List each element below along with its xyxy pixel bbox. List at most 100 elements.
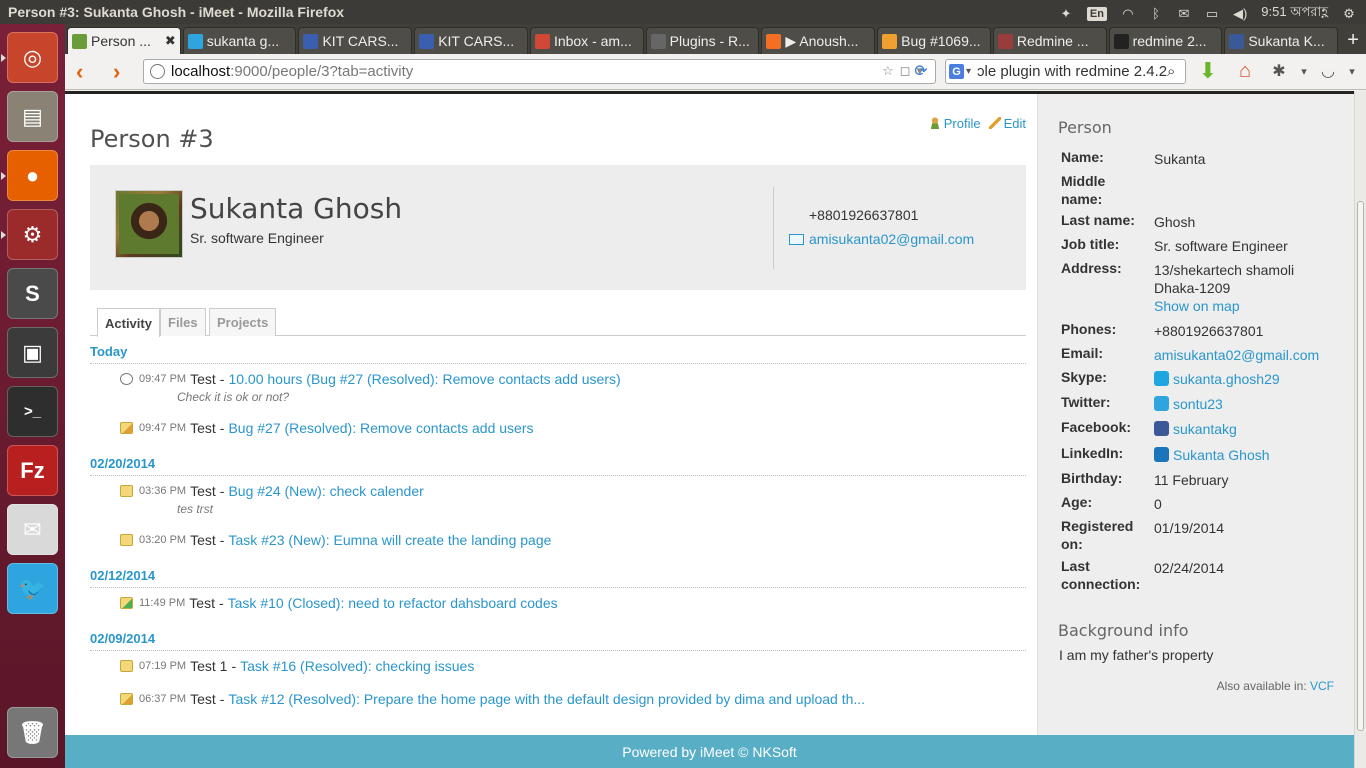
- browser-tab[interactable]: Bug #1069...: [877, 27, 991, 54]
- new-tab-button[interactable]: +: [1340, 27, 1366, 54]
- back-button[interactable]: ‹: [76, 59, 83, 85]
- tab-projects[interactable]: Projects: [209, 308, 277, 336]
- detail-value-link[interactable]: amisukanta02@gmail.com: [1154, 347, 1319, 363]
- launcher-firefox[interactable]: ●: [7, 150, 58, 201]
- browser-tab[interactable]: Person ... ✖: [67, 27, 181, 54]
- running-indicator: [1, 54, 6, 62]
- home-icon[interactable]: ⌂: [1234, 60, 1256, 82]
- browser-tab[interactable]: KIT CARS...: [414, 27, 528, 54]
- search-input[interactable]: ɔle plugin with redmine 2.4.2: [977, 63, 1167, 80]
- url-bar[interactable]: localhost:9000/people/3?tab=activity ☆◻▾: [143, 59, 936, 84]
- detail-value: amisukanta02@gmail.com: [1154, 346, 1339, 364]
- keyboard-layout-indicator[interactable]: En: [1086, 6, 1107, 21]
- running-indicator: [1, 231, 6, 239]
- launcher-files[interactable]: ▤: [7, 91, 58, 142]
- detail-value-link[interactable]: sontu23: [1173, 396, 1223, 412]
- bluetooth-icon[interactable]: ᛒ: [1149, 6, 1163, 21]
- browser-tab[interactable]: Inbox - am...: [529, 27, 644, 54]
- activity-link[interactable]: Bug #27 (Resolved): Remove contacts add …: [228, 420, 533, 436]
- profile-link-label: Profile: [943, 116, 981, 131]
- activity-link[interactable]: 10.00 hours (Bug #27 (Resolved): Remove …: [228, 371, 620, 387]
- forward-button[interactable]: ›: [113, 59, 120, 85]
- download-arrow-icon[interactable]: ⬇: [1197, 58, 1219, 83]
- navigation-toolbar: ‹ › localhost:9000/people/3?tab=activity…: [65, 54, 1366, 90]
- tab-activity[interactable]: Activity: [97, 308, 160, 337]
- redmine-icon: [650, 33, 666, 49]
- activity-separator: -: [219, 532, 225, 548]
- google-engine-icon[interactable]: G: [949, 64, 964, 79]
- launcher-filezilla[interactable]: Fz: [7, 445, 58, 496]
- launcher-mail[interactable]: ✉: [7, 504, 58, 555]
- detail-label: Middle name:: [1061, 173, 1106, 207]
- browser-tab[interactable]: Plugins - R...: [645, 27, 760, 54]
- launcher-twitter[interactable]: 🐦: [7, 563, 58, 614]
- activity-link[interactable]: Bug #24 (New): check calender: [228, 483, 423, 499]
- activity-link[interactable]: Task #23 (New): Eumna will create the la…: [228, 532, 551, 548]
- launcher-ubuntu-home[interactable]: ◎: [7, 32, 58, 83]
- dropbox-icon[interactable]: ✦: [1059, 6, 1073, 22]
- browser-tab[interactable]: redmine 2...: [1108, 27, 1223, 54]
- avatar: [115, 190, 183, 258]
- page-scrollbar[interactable]: [1354, 91, 1366, 768]
- search-bar[interactable]: G ▾ ɔle plugin with redmine 2.4.2 ⌕: [945, 59, 1186, 84]
- launcher-sublime-text[interactable]: S: [7, 268, 58, 319]
- reload-icon[interactable]: ⟳: [910, 59, 932, 83]
- vcf-link[interactable]: VCF: [1310, 679, 1334, 693]
- browser-tab-label: redmine 2...: [1132, 33, 1207, 49]
- browser-tab-label: KIT CARS...: [322, 33, 399, 49]
- unity-launcher: ◎ ▤ ● ⚙ S ▣ >_ Fz ✉ 🐦 🗑: [0, 24, 65, 768]
- file-cabinet-icon: ▤: [22, 103, 43, 129]
- skype-icon: [1154, 371, 1169, 386]
- launcher-system-settings[interactable]: ⚙: [7, 209, 58, 260]
- addon-bug-icon[interactable]: ✱: [1268, 60, 1290, 82]
- clock[interactable]: 9:51 অপরাহ্ণ: [1261, 3, 1328, 24]
- engine-dropdown-icon[interactable]: ▾: [966, 66, 971, 77]
- browser-tab-label: Bug #1069...: [901, 33, 981, 49]
- tab-files[interactable]: Files: [160, 308, 206, 336]
- activity-link[interactable]: Task #12 (Resolved): Prepare the home pa…: [228, 691, 865, 707]
- detail-value: +8801926637801: [1154, 322, 1339, 340]
- battery-icon[interactable]: ▭: [1205, 6, 1219, 22]
- close-tab-icon[interactable]: ✖: [165, 33, 176, 49]
- settings-gear-icon[interactable]: ⚙: [1342, 6, 1356, 22]
- envelope-icon: ✉: [23, 516, 42, 542]
- activity-link[interactable]: Task #10 (Closed): need to refactor dahs…: [228, 595, 558, 611]
- show-on-map-link[interactable]: Show on map: [1154, 298, 1240, 314]
- search-icon[interactable]: ⌕: [1167, 63, 1185, 80]
- detail-value: sontu23: [1154, 395, 1339, 413]
- launcher-terminal[interactable]: >_: [7, 386, 58, 437]
- detail-value-link[interactable]: Sukanta Ghosh: [1173, 447, 1270, 463]
- browser-tab[interactable]: Redmine ...: [992, 27, 1107, 54]
- volume-icon[interactable]: ◀): [1233, 6, 1247, 22]
- launcher-trash[interactable]: 🗑: [7, 707, 58, 758]
- activity-link[interactable]: Task #16 (Resolved): checking issues: [240, 658, 474, 674]
- activity-entry: 11:49 PM Test - Task #10 (Closed): need to …: [120, 595, 558, 611]
- person-email-link[interactable]: amisukanta02@gmail.com: [789, 231, 974, 247]
- detail-value-link[interactable]: sukantakg: [1173, 421, 1237, 437]
- monitor-lock-icon: ▣: [22, 339, 43, 365]
- wifi-icon[interactable]: ◠: [1121, 6, 1135, 22]
- github-icon: [1113, 33, 1129, 49]
- issue-icon: [120, 534, 133, 546]
- browser-tab[interactable]: sukanta g...: [182, 27, 297, 54]
- browser-tab-label: sukanta g...: [206, 33, 280, 49]
- scroll-thumb[interactable]: [1357, 201, 1364, 731]
- browser-tab[interactable]: ▶ Anoush...: [761, 27, 876, 54]
- launcher-lock-screen[interactable]: ▣: [7, 327, 58, 378]
- browser-tab[interactable]: KIT CARS...: [298, 27, 413, 54]
- activity-time: 09:47 PM: [139, 373, 187, 385]
- detail-label: Skype:: [1061, 369, 1107, 385]
- detail-value-text: 13/shekartech shamoli Dhaka-1209: [1154, 262, 1295, 296]
- edit-link[interactable]: Edit: [988, 116, 1026, 131]
- mail-indicator-icon[interactable]: ✉: [1177, 6, 1191, 22]
- activity-separator: -: [219, 420, 225, 436]
- addon-dropdown-icon[interactable]: ▾: [1293, 60, 1315, 82]
- browser-tab[interactable]: Sukanta K...: [1224, 27, 1339, 54]
- detail-value-link[interactable]: sukanta.ghosh29: [1173, 371, 1280, 387]
- bookmark-star-icon[interactable]: ☆: [882, 63, 900, 78]
- menu-icon[interactable]: [1336, 52, 1366, 74]
- person-name: Sukanta Ghosh: [190, 192, 403, 225]
- sublime-icon: S: [25, 280, 40, 306]
- profile-link[interactable]: Profile: [928, 116, 981, 131]
- activity-author: Test: [189, 595, 215, 611]
